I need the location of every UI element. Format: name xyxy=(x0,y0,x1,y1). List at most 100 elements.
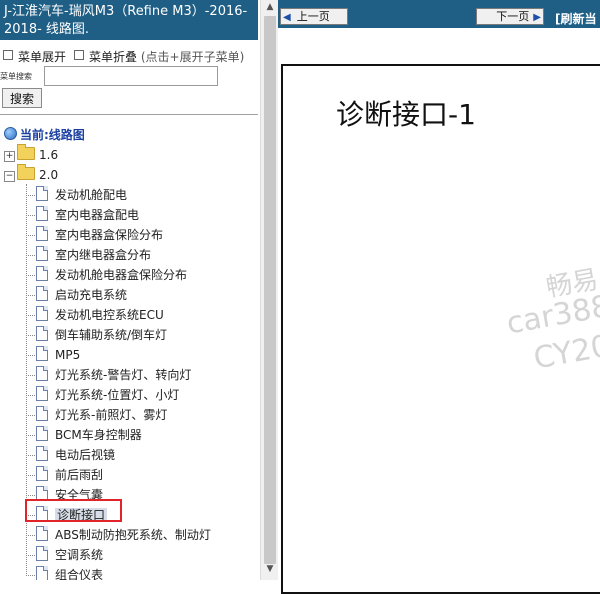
globe-icon xyxy=(4,127,17,140)
tree-item[interactable]: ABS制动防抱死系统、制动灯 xyxy=(36,526,211,544)
tree-item-label: 空调系统 xyxy=(55,548,104,562)
tree-item[interactable]: 灯光系统-位置灯、小灯 xyxy=(36,386,179,404)
menu-expand-link[interactable]: 菜单展开 xyxy=(18,50,66,64)
tree-item[interactable]: 发动机舱配电 xyxy=(36,186,127,204)
tree-branch-line xyxy=(26,275,35,276)
scroll-down-arrow-icon[interactable]: ▼ xyxy=(264,564,276,578)
tree-item[interactable]: 室内继电器盒分布 xyxy=(36,246,151,264)
tree-item[interactable]: 发动机电控系统ECU xyxy=(36,306,164,324)
tree-item-label: 灯光系统-位置灯、小灯 xyxy=(55,388,180,402)
open-folder-icon xyxy=(17,164,35,180)
expand-square-icon xyxy=(3,50,13,60)
scroll-up-arrow-icon[interactable]: ▲ xyxy=(264,2,276,16)
document-icon xyxy=(36,546,48,561)
tree-folder-1-6[interactable]: +1.6 xyxy=(4,144,59,164)
search-label: 菜单搜索 xyxy=(0,72,32,81)
tree-item-label: 室内电器盒保险分布 xyxy=(55,228,164,242)
document-icon xyxy=(36,366,48,381)
tree-item-label: 启动充电系统 xyxy=(55,288,128,302)
arrow-left-icon: ◀ xyxy=(283,12,291,23)
tree-item[interactable]: 启动充电系统 xyxy=(36,286,127,304)
tree-item-label: 灯光系统-警告灯、转向灯 xyxy=(55,368,192,382)
tree-item[interactable]: MP5 xyxy=(36,346,80,364)
tree-branch-line xyxy=(26,315,35,316)
tree-item-label: 灯光系-前照灯、雾灯 xyxy=(55,408,168,422)
sidebar-panel: J-江淮汽车-瑞风M3（Refine M3）-2016-2018- 线路图. 菜… xyxy=(0,0,260,580)
document-icon xyxy=(36,226,48,241)
document-icon xyxy=(36,426,48,441)
tree-item[interactable]: 空调系统 xyxy=(36,546,103,564)
tree-branch-line xyxy=(26,555,35,556)
tree-item-label: 前后雨刮 xyxy=(55,468,104,482)
tree-branch-line xyxy=(26,355,35,356)
tree-item[interactable]: 前后雨刮 xyxy=(36,466,103,484)
menu-hint: (点击+展开子菜单) xyxy=(140,50,245,64)
refresh-link[interactable]: [刷新当 xyxy=(555,10,597,27)
document-icon xyxy=(36,286,48,301)
tree-branch-line xyxy=(26,535,35,536)
tree-folder-2-0[interactable]: − 2.0 xyxy=(4,164,59,184)
document-icon xyxy=(36,406,48,421)
tree-item[interactable]: 倒车辅助系统/倒车灯 xyxy=(36,326,167,344)
prev-page-button[interactable]: ◀ 上一页 xyxy=(280,8,348,25)
tree-branch-line xyxy=(26,435,35,436)
document-icon xyxy=(36,306,48,321)
document-icon xyxy=(36,386,48,401)
arrow-right-icon: ▶ xyxy=(533,12,541,23)
tree-root[interactable]: 当前:线路图 xyxy=(4,126,85,144)
next-page-label: 下一页 xyxy=(496,10,530,23)
folder-icon xyxy=(17,144,35,160)
tree-branch-line xyxy=(26,195,35,196)
tree-branch-line xyxy=(26,495,35,496)
divider xyxy=(0,114,258,115)
document-icon xyxy=(36,566,48,580)
tree-item-label: 倒车辅助系统/倒车灯 xyxy=(55,328,168,342)
collapse-minus-icon[interactable]: − xyxy=(4,171,15,182)
scrollbar[interactable]: ▲ ▼ xyxy=(260,0,279,580)
document-icon xyxy=(36,346,48,361)
page-title: 诊断接口-1 xyxy=(336,98,476,131)
tree-item-label: 室内电器盒配电 xyxy=(55,208,140,222)
tree-item[interactable]: 发动机舱电器盒保险分布 xyxy=(36,266,187,284)
tree-item[interactable]: 室内电器盒配电 xyxy=(36,206,139,224)
tree-branch-line xyxy=(26,415,35,416)
tree-item[interactable]: 组合仪表 xyxy=(36,566,103,580)
tree-branch-line xyxy=(26,235,35,236)
tree-branch-line xyxy=(26,455,35,456)
search-button[interactable]: 搜索 xyxy=(2,88,42,108)
tree-branch-line xyxy=(26,295,35,296)
tree-item[interactable]: BCM车身控制器 xyxy=(36,426,142,444)
collapse-square-icon xyxy=(74,50,85,60)
tree-item-label: ABS制动防抱死系统、制动灯 xyxy=(55,528,211,542)
document-icon xyxy=(36,266,48,281)
tree-item[interactable]: 灯光系-前照灯、雾灯 xyxy=(36,406,167,424)
next-page-button[interactable]: 下一页 ▶ xyxy=(476,8,544,25)
tree-item-label: 发动机电控系统ECU xyxy=(55,308,164,322)
search-input[interactable] xyxy=(44,66,218,86)
tree-item-label: 组合仪表 xyxy=(55,568,104,580)
expand-plus-icon[interactable]: + xyxy=(4,151,15,162)
selection-highlight-box xyxy=(25,499,122,522)
tree-item-label: 电动后视镜 xyxy=(55,448,116,462)
tree-branch-line xyxy=(26,375,35,376)
tree-branch-line xyxy=(26,255,35,256)
document-icon xyxy=(36,186,48,201)
folder-label: 2.0 xyxy=(39,168,59,182)
tree-branch-line xyxy=(26,215,35,216)
tree-branch-line xyxy=(26,475,35,476)
document-icon xyxy=(36,446,48,461)
folder-label: 1.6 xyxy=(39,148,59,162)
tree-item[interactable]: 室内电器盒保险分布 xyxy=(36,226,163,244)
scroll-thumb[interactable] xyxy=(264,16,276,564)
tree-item-label: 室内继电器盒分布 xyxy=(55,248,152,262)
viewer-nav-bar: ◀ 上一页 下一页 ▶ [刷新当 xyxy=(278,0,600,28)
document-icon xyxy=(36,466,48,481)
tree-branch-line xyxy=(26,395,35,396)
tree-item[interactable]: 电动后视镜 xyxy=(36,446,115,464)
prev-page-label: 上一页 xyxy=(296,10,330,23)
tree-branch-line xyxy=(26,575,35,576)
menu-collapse-link[interactable]: 菜单折叠 xyxy=(89,50,137,64)
tree-branch-line xyxy=(26,335,35,336)
tree-item-label: MP5 xyxy=(55,348,81,362)
tree-item[interactable]: 灯光系统-警告灯、转向灯 xyxy=(36,366,191,384)
